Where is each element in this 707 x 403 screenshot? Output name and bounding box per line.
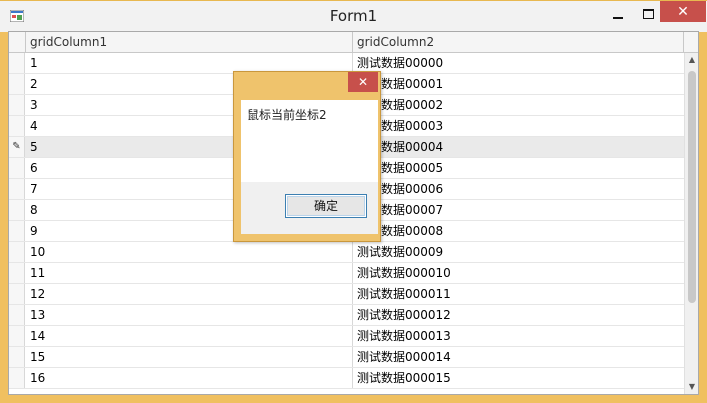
cell-gridcolumn2[interactable]: 测试数据000011 <box>353 284 684 304</box>
vertical-scrollbar[interactable]: ▲ ▼ <box>684 53 698 394</box>
row-indicator[interactable] <box>9 74 25 94</box>
cell-gridcolumn2[interactable]: 测试数据00000 <box>353 53 684 73</box>
table-row[interactable]: 16 测试数据000015 <box>9 368 684 389</box>
row-indicator-header[interactable] <box>9 32 26 52</box>
cell-gridcolumn2[interactable]: 测试数据000014 <box>353 347 684 367</box>
table-row[interactable]: 11 测试数据000010 <box>9 263 684 284</box>
dialog-message: 鼠标当前坐标2 <box>247 108 327 122</box>
cell-gridcolumn2[interactable]: 测试数据00006 <box>353 179 684 199</box>
cell-gridcolumn2[interactable]: 测试数据000013 <box>353 326 684 346</box>
column-header-2[interactable]: gridColumn2 <box>353 32 684 52</box>
cell-gridcolumn2[interactable]: 测试数据00003 <box>353 116 684 136</box>
ok-button[interactable]: 确定 <box>285 194 367 218</box>
cell-gridcolumn2[interactable]: 测试数据000010 <box>353 263 684 283</box>
cell-gridcolumn1[interactable]: 1 <box>26 53 353 73</box>
cell-gridcolumn1[interactable]: 11 <box>26 263 353 283</box>
row-indicator[interactable] <box>9 200 25 220</box>
close-button[interactable]: ✕ <box>660 1 706 22</box>
row-indicator[interactable] <box>9 347 25 367</box>
row-indicator[interactable] <box>9 95 25 115</box>
cell-gridcolumn1[interactable]: 12 <box>26 284 353 304</box>
cell-gridcolumn2[interactable]: 测试数据000012 <box>353 305 684 325</box>
cell-gridcolumn1[interactable]: 15 <box>26 347 353 367</box>
row-indicator[interactable] <box>9 284 25 304</box>
scroll-down-icon[interactable]: ▼ <box>685 380 698 394</box>
cell-gridcolumn1[interactable]: 14 <box>26 326 353 346</box>
cell-gridcolumn2[interactable]: 测试数据00009 <box>353 242 684 262</box>
close-icon: ✕ <box>677 3 689 20</box>
row-indicator[interactable] <box>9 305 25 325</box>
cell-gridcolumn1[interactable]: 13 <box>26 305 353 325</box>
cell-gridcolumn2[interactable]: 测试数据00005 <box>353 158 684 178</box>
row-indicator[interactable] <box>9 242 25 262</box>
table-row[interactable]: 10 测试数据00009 <box>9 242 684 263</box>
minimize-icon <box>613 17 623 19</box>
minimize-button[interactable] <box>606 5 630 23</box>
maximize-icon <box>642 9 654 19</box>
row-indicator[interactable] <box>9 116 25 136</box>
column-header-1[interactable]: gridColumn1 <box>26 32 353 52</box>
table-row[interactable]: 15 测试数据000014 <box>9 347 684 368</box>
cell-gridcolumn1[interactable]: 16 <box>26 368 353 388</box>
row-indicator[interactable] <box>9 179 25 199</box>
maximize-button[interactable] <box>636 5 660 23</box>
window-title: Form1 <box>329 7 378 25</box>
title-bar[interactable]: Form1 ✕ <box>0 0 707 32</box>
edit-pencil-icon[interactable]: ✎ <box>9 137 25 157</box>
scrollbar-thumb[interactable] <box>688 71 696 303</box>
dialog-close-button[interactable]: ✕ <box>348 72 378 92</box>
table-row[interactable]: 13 测试数据000012 <box>9 305 684 326</box>
row-indicator[interactable] <box>9 368 25 388</box>
row-indicator[interactable] <box>9 158 25 178</box>
dialog-footer: 确定 <box>241 182 378 234</box>
main-window: Form1 ✕ gridColumn1 gridColumn2 1 测试数据000… <box>0 0 707 403</box>
table-row[interactable]: 12 测试数据000011 <box>9 284 684 305</box>
cell-gridcolumn2[interactable]: 测试数据00008 <box>353 221 684 241</box>
cell-gridcolumn2[interactable]: 测试数据00001 <box>353 74 684 94</box>
table-row[interactable]: 14 测试数据000013 <box>9 326 684 347</box>
row-indicator[interactable] <box>9 326 25 346</box>
cell-gridcolumn2[interactable]: 测试数据00007 <box>353 200 684 220</box>
cell-gridcolumn2[interactable]: 测试数据00002 <box>353 95 684 115</box>
row-indicator[interactable] <box>9 221 25 241</box>
cell-gridcolumn2[interactable]: 测试数据00004 <box>353 137 684 157</box>
cell-gridcolumn2[interactable]: 测试数据000015 <box>353 368 684 388</box>
grid-header: gridColumn1 gridColumn2 <box>9 32 698 53</box>
row-indicator[interactable] <box>9 53 25 73</box>
scroll-up-icon[interactable]: ▲ <box>685 53 698 67</box>
cell-gridcolumn1[interactable]: 10 <box>26 242 353 262</box>
message-box-dialog: ✕ 鼠标当前坐标2 确定 <box>233 71 381 242</box>
row-indicator[interactable] <box>9 263 25 283</box>
